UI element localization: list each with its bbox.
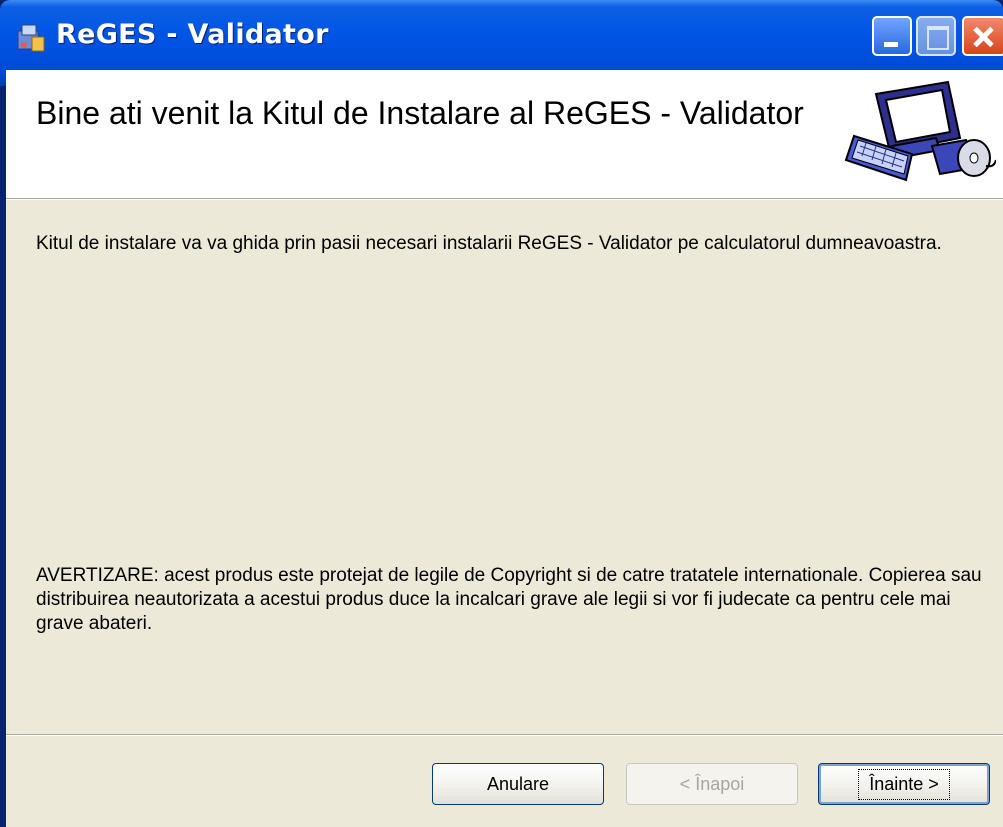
cancel-button[interactable]: Anulare: [432, 763, 604, 805]
next-button[interactable]: Înainte >: [818, 763, 990, 805]
page-title: Bine ati venit la Kitul de Instalare al …: [36, 95, 804, 131]
close-button[interactable]: [962, 16, 1003, 56]
header-banner: Bine ati venit la Kitul de Instalare al …: [6, 70, 1003, 199]
intro-text: Kitul de instalare va va ghida prin pasi…: [36, 233, 942, 254]
window-title: ReGES - Validator: [56, 19, 329, 50]
back-button-label: < Înapoi: [679, 773, 745, 794]
maximize-button: [916, 16, 956, 56]
banner-divider: [6, 199, 1003, 200]
copyright-warning: AVERTIZARE: acest produs este protejat d…: [36, 565, 982, 634]
cancel-button-label: Anulare: [486, 773, 550, 794]
installer-window: ReGES - Validator Bine ati venit la Kitu…: [0, 0, 1003, 827]
installer-icon: [17, 24, 45, 52]
dialog-body: Bine ati venit la Kitul de Instalare al …: [6, 70, 1003, 827]
minimize-button[interactable]: [872, 16, 912, 56]
next-button-label: Înainte >: [858, 768, 950, 800]
back-button: < Înapoi: [626, 763, 798, 805]
computer-setup-icon: [844, 80, 996, 182]
button-separator-highlight: [6, 735, 1003, 736]
